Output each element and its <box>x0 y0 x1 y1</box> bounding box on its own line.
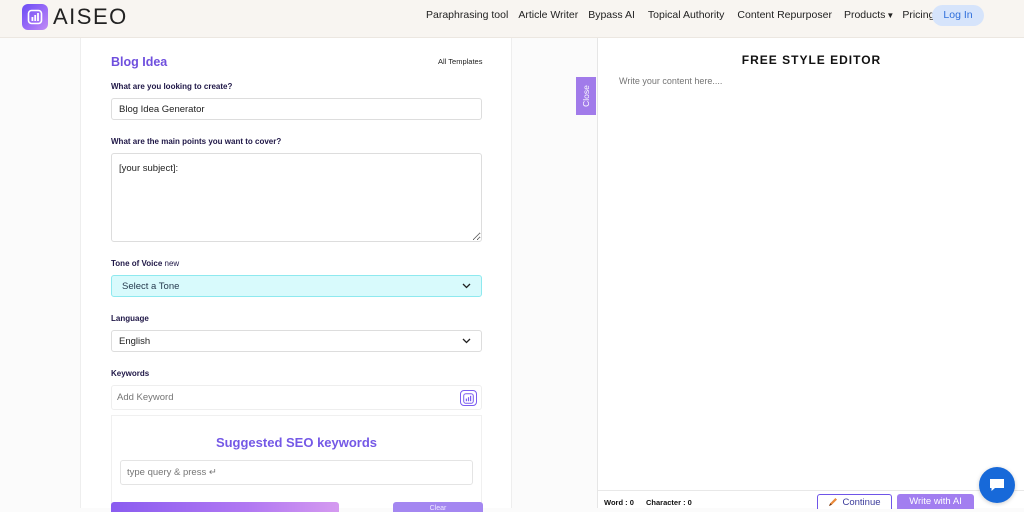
editor-textarea[interactable] <box>619 76 1014 476</box>
top-navbar: AISEO Paraphrasing tool Article Writer B… <box>0 0 1024 38</box>
language-select-value: English <box>119 335 151 347</box>
chat-widget-button[interactable] <box>979 467 1015 503</box>
chevron-down-icon <box>462 283 471 289</box>
seo-query-input[interactable] <box>120 460 473 485</box>
nav-bypass-ai[interactable]: Bypass AI <box>588 9 635 21</box>
tone-select[interactable]: Select a Tone <box>111 275 482 297</box>
create-input[interactable] <box>111 98 482 120</box>
continue-label: Continue <box>842 496 881 508</box>
clear-button[interactable]: Clear <box>393 502 483 512</box>
language-label: Language <box>111 314 149 323</box>
nav-topical-authority[interactable]: Topical Authority <box>648 9 724 21</box>
language-select[interactable]: English <box>111 330 482 352</box>
ai-keyword-icon[interactable] <box>460 390 477 406</box>
form-title: Blog Idea <box>111 55 168 69</box>
nav-products[interactable]: Products▼ <box>844 9 894 21</box>
all-templates-link[interactable]: All Templates <box>438 57 482 66</box>
keywords-label: Keywords <box>111 369 150 378</box>
nav-content-repurposer[interactable]: Content Repurposer <box>737 9 832 21</box>
keyword-field <box>111 385 482 410</box>
continue-button[interactable]: Continue <box>817 494 892 509</box>
tone-select-value: Select a Tone <box>122 280 180 292</box>
main-nav: Paraphrasing tool Article Writer Bypass … <box>426 9 934 21</box>
chevron-down-icon <box>462 338 471 344</box>
points-label: What are the main points you want to cov… <box>111 137 282 146</box>
create-label: What are you looking to create? <box>111 82 233 91</box>
template-form-panel: Blog Idea All Templates What are you loo… <box>80 38 512 512</box>
character-count: Character : 0 <box>646 498 692 507</box>
nav-pricing[interactable]: Pricing <box>902 9 934 21</box>
seo-keywords-title: Suggested SEO keywords <box>215 435 378 450</box>
new-badge: new <box>164 259 180 268</box>
seo-keywords-box: Suggested SEO keywords <box>111 415 482 508</box>
points-textarea[interactable]: [your subject]: <box>111 153 482 242</box>
login-button[interactable]: Log In <box>932 5 984 26</box>
aiseo-logo-icon <box>22 4 48 30</box>
nav-article-writer[interactable]: Article Writer <box>518 9 578 21</box>
editor-title: FREE STYLE EDITOR <box>741 53 882 67</box>
keyword-input[interactable] <box>112 386 452 409</box>
write-with-ai-button[interactable]: Write with AI <box>897 494 974 509</box>
chevron-down-icon: ▼ <box>886 11 895 20</box>
logo-text: AISEO <box>53 4 128 29</box>
close-editor-tab[interactable]: Close <box>576 77 596 115</box>
close-label: Close <box>581 85 592 107</box>
free-style-editor: FREE STYLE EDITOR Word : 0 Character : 0… <box>597 38 1024 509</box>
tone-label-text: Tone of Voice <box>111 259 163 268</box>
nav-paraphrasing-tool[interactable]: Paraphrasing tool <box>426 9 508 21</box>
continue-pen-icon <box>829 498 838 506</box>
logo[interactable]: AISEO <box>22 4 128 30</box>
word-count: Word : 0 <box>604 498 634 507</box>
tone-label: Tone of Voice new <box>111 259 179 268</box>
nav-products-label: Products <box>843 9 886 21</box>
editor-footer: Word : 0 Character : 0 Continue Write wi… <box>598 490 1024 509</box>
generate-button[interactable] <box>111 502 339 512</box>
chat-icon <box>990 479 1004 491</box>
